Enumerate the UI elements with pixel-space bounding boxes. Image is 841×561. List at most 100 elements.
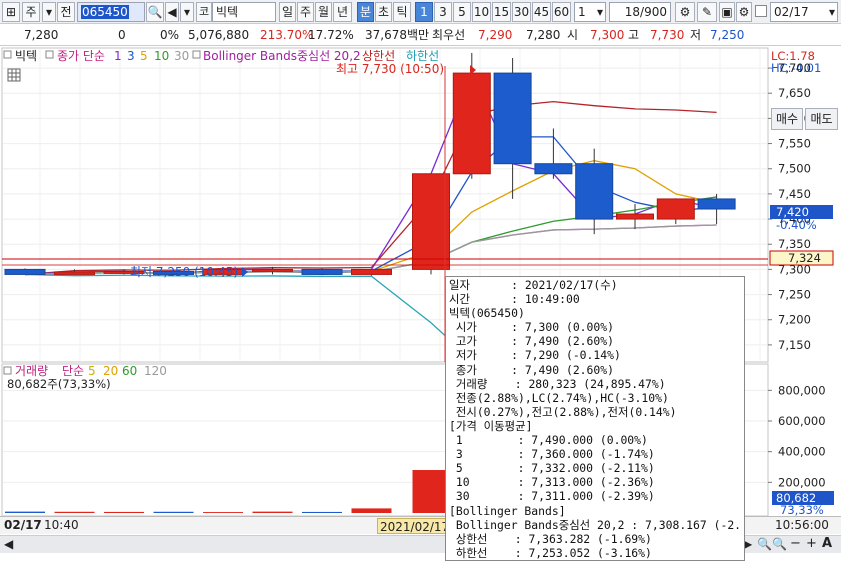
plus-icon[interactable]: + bbox=[806, 536, 817, 551]
interval-15-button[interactable]: 15 bbox=[492, 2, 511, 22]
change-rate: 0% bbox=[160, 28, 180, 42]
interval-5-button[interactable]: 5 bbox=[453, 2, 471, 22]
tab-label: 주 bbox=[25, 5, 37, 19]
volume-value: 80,682주(73,33%) bbox=[7, 377, 111, 391]
tooltip-line: 저가 : 7,290 (-0.14%) bbox=[449, 348, 621, 363]
interval-45-button[interactable]: 45 bbox=[532, 2, 551, 22]
high-price: 7,730 bbox=[650, 28, 685, 42]
open-label: 시 bbox=[567, 28, 579, 42]
candle-up[interactable] bbox=[54, 271, 95, 275]
settings-icon[interactable]: ⚙ bbox=[736, 2, 752, 22]
date-checkbox[interactable] bbox=[755, 5, 767, 17]
layout-icon[interactable]: ⊞ bbox=[2, 2, 20, 22]
volume-bar[interactable] bbox=[104, 511, 144, 513]
best-bid: 7,280 bbox=[526, 28, 561, 42]
volume-bar[interactable] bbox=[412, 470, 450, 513]
volume-bar[interactable] bbox=[54, 511, 95, 513]
tooltip-line: 일자 : 2021/02/17(수) bbox=[449, 278, 618, 292]
period-tick-button[interactable]: 틱 bbox=[393, 2, 411, 22]
candle-up[interactable] bbox=[616, 213, 654, 220]
candle-up[interactable] bbox=[351, 268, 392, 275]
sell-button[interactable]: 매도 bbox=[805, 108, 838, 130]
period-week-button[interactable]: 주 bbox=[297, 2, 314, 22]
legend-ma-5: 5 bbox=[140, 49, 148, 63]
legend-ma-10: 10 bbox=[154, 49, 169, 63]
volume-bar[interactable] bbox=[252, 511, 293, 513]
price-tick-label: 7,700 bbox=[778, 61, 811, 75]
scroll-left-icon[interactable]: ◀ bbox=[4, 537, 13, 551]
period-day-button[interactable]: 일 bbox=[279, 2, 296, 22]
candle-up[interactable] bbox=[412, 173, 450, 270]
volume-ratio: 213.70% bbox=[260, 28, 314, 42]
draw-tool-icon[interactable]: ✎ bbox=[697, 2, 717, 22]
volume-ma-5: 5 bbox=[88, 364, 96, 378]
candle-up[interactable] bbox=[656, 198, 695, 220]
chart-type-icon[interactable]: ⚙ bbox=[675, 2, 695, 22]
trade-amount: 37,678백만 bbox=[365, 28, 430, 42]
sound-icon[interactable]: ◀ bbox=[165, 2, 179, 22]
tooltip-line: 5 : 7,332.000 (-2.11%) bbox=[449, 461, 655, 476]
tooltip-line: 30 : 7,311.000 (-2.39%) bbox=[449, 489, 655, 504]
volume-bar[interactable] bbox=[5, 511, 45, 513]
turnover-rate: 17.72% bbox=[308, 28, 354, 42]
count-select[interactable]: 1 ▾ bbox=[574, 2, 606, 22]
zoom-in-icon[interactable]: 🔍 bbox=[772, 537, 787, 551]
low-price: 7,250 bbox=[710, 28, 745, 42]
candle-down[interactable] bbox=[534, 163, 573, 175]
last-price: 7,280 bbox=[24, 28, 59, 42]
candle-down[interactable] bbox=[4, 268, 46, 275]
period-year-button[interactable]: 년 bbox=[333, 2, 352, 22]
volume-bar[interactable] bbox=[351, 508, 392, 513]
font-size-icon[interactable]: A bbox=[822, 536, 832, 551]
quote-bar: 7,280 0 0% 5,076,880 213.70% 17.72% 37,6… bbox=[0, 24, 841, 46]
legend-ma-label: 종가 단순 bbox=[57, 49, 105, 63]
data-table-icon[interactable] bbox=[7, 68, 21, 82]
interval-1-button[interactable]: 1 bbox=[415, 2, 433, 22]
tooltip-line: 시간 : 10:49:00 bbox=[449, 292, 580, 307]
buy-button[interactable]: 매수 bbox=[771, 108, 803, 130]
interval-60-button[interactable]: 60 bbox=[552, 2, 571, 22]
period-second-button[interactable]: 초 bbox=[375, 2, 392, 22]
candle-up[interactable] bbox=[452, 72, 491, 175]
period-minute-button[interactable]: 분 bbox=[357, 2, 374, 22]
toolbar: ⊞ 주 ▾ 전 065450 🔍 ◀ ▾ 코 빅텍 일 주 월 년 분 초 틱 … bbox=[0, 0, 841, 24]
high-annotation: 최고 7,730 (10:50) bbox=[336, 62, 444, 76]
tooltip-line: 빅텍(065450) bbox=[449, 306, 525, 321]
interval-30-button[interactable]: 30 bbox=[512, 2, 531, 22]
period-month-button[interactable]: 월 bbox=[315, 2, 332, 22]
volume-bar[interactable] bbox=[153, 511, 194, 513]
candle-down[interactable] bbox=[301, 268, 343, 275]
stock-code-input[interactable]: 065450 bbox=[77, 2, 145, 22]
price-tick-label: 7,150 bbox=[778, 338, 811, 352]
candle-down[interactable] bbox=[493, 72, 532, 165]
price-tick-label: 7,650 bbox=[778, 86, 811, 100]
interval-3-button[interactable]: 3 bbox=[434, 2, 452, 22]
candle-down[interactable] bbox=[575, 163, 614, 220]
legend-bb-label: Bollinger Bands중심선 20,2 bbox=[203, 49, 361, 63]
dropdown-arrow-icon[interactable]: ▾ bbox=[42, 2, 56, 22]
tooltip-line: 상한선 : 7,363.282 (-1.69%) bbox=[449, 531, 652, 546]
price-tick-label: 7,550 bbox=[778, 137, 811, 151]
tab-item-all[interactable]: 전 bbox=[57, 2, 75, 22]
volume-bar[interactable] bbox=[203, 512, 243, 513]
save-icon[interactable]: ▣ bbox=[719, 2, 735, 22]
stock-name-field[interactable]: 빅텍 bbox=[212, 2, 276, 22]
zoom-out-icon[interactable]: 🔍 bbox=[757, 537, 772, 551]
tooltip-line: 전종(2.88%),LC(2.74%),HC(-3.10%) bbox=[449, 390, 669, 405]
price-tick-label: 7,450 bbox=[778, 187, 811, 201]
volume-bar[interactable] bbox=[302, 511, 342, 513]
candle-down[interactable] bbox=[697, 198, 736, 210]
minus-icon[interactable]: − bbox=[790, 536, 801, 551]
interval-10-button[interactable]: 10 bbox=[472, 2, 491, 22]
search-icon[interactable]: 🔍 bbox=[146, 2, 164, 22]
legend-bb-upper: 상한선 bbox=[362, 49, 395, 63]
low-label: 저 bbox=[690, 28, 702, 42]
price-tick-label: 7,200 bbox=[778, 313, 811, 327]
date-field[interactable]: 02/17 ▾ bbox=[770, 2, 838, 22]
tab-item-stock[interactable]: 주 bbox=[22, 2, 40, 22]
axis-date: 02/17 bbox=[4, 518, 42, 532]
current-volume-pct: 73,33% bbox=[780, 503, 824, 516]
dropdown-arrow-icon[interactable]: ▾ bbox=[180, 2, 194, 22]
candle-up[interactable] bbox=[252, 268, 293, 272]
tooltip-line: 거래량 : 280,323 (24,895.47%) bbox=[449, 376, 666, 391]
